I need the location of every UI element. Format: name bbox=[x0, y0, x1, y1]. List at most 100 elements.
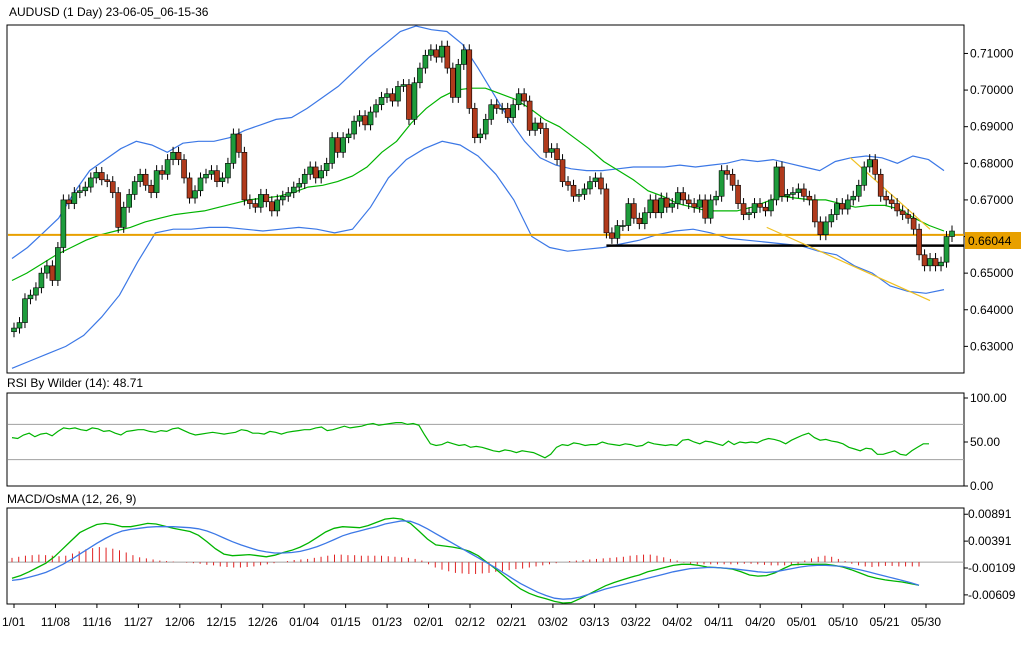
price-axis-label: 0.63000 bbox=[970, 339, 1014, 353]
candle-up bbox=[515, 93, 522, 106]
candle-down bbox=[905, 214, 911, 219]
candle-down bbox=[839, 203, 846, 210]
candle-down bbox=[740, 203, 747, 215]
candle-up bbox=[834, 203, 840, 215]
candle-up bbox=[773, 166, 780, 201]
candle-up bbox=[439, 45, 445, 58]
x-axis-label: 01/04 bbox=[289, 615, 319, 629]
candle-up bbox=[790, 192, 796, 195]
candle-down bbox=[598, 177, 604, 190]
candle-up bbox=[927, 258, 933, 267]
candle-up bbox=[455, 64, 462, 98]
candle-up bbox=[548, 148, 555, 153]
candle-up bbox=[93, 172, 100, 179]
x-axis-label: 03/22 bbox=[621, 615, 651, 629]
candle-down bbox=[433, 49, 440, 58]
candle-up bbox=[642, 212, 648, 225]
candle-down bbox=[181, 159, 187, 179]
x-axis-label: 03/13 bbox=[579, 615, 609, 629]
candle-down bbox=[236, 133, 242, 153]
x-axis-label: 02/01 bbox=[414, 615, 444, 629]
candle-down bbox=[735, 184, 741, 204]
candle-up bbox=[795, 188, 802, 193]
candle-down bbox=[252, 203, 259, 208]
candle-up bbox=[532, 122, 538, 131]
x-axis-label: 12/26 bbox=[248, 615, 278, 629]
candle-up bbox=[861, 166, 868, 186]
candle-up bbox=[285, 192, 292, 197]
candle-up bbox=[120, 206, 127, 228]
candle-up bbox=[647, 199, 654, 214]
candle-down bbox=[312, 166, 319, 179]
candle-up bbox=[592, 177, 599, 182]
candle-up bbox=[943, 236, 950, 263]
candle-up bbox=[696, 199, 703, 208]
candle-down bbox=[269, 201, 275, 212]
candle-up bbox=[323, 163, 330, 171]
x-axis-label: 12/15 bbox=[206, 615, 236, 629]
candle-down bbox=[559, 159, 566, 182]
candle-down bbox=[537, 122, 544, 129]
macd-axis-label: 0.00391 bbox=[968, 534, 1012, 548]
candle-down bbox=[910, 217, 917, 230]
candle-down bbox=[702, 199, 708, 219]
candle-up bbox=[27, 294, 34, 300]
candle-down bbox=[159, 170, 165, 175]
candle-up bbox=[219, 177, 226, 182]
candle-up bbox=[22, 298, 28, 323]
candle-down bbox=[444, 45, 451, 69]
candle-up bbox=[428, 49, 434, 56]
candle-up bbox=[855, 184, 862, 197]
candle-down bbox=[565, 181, 571, 186]
candle-up bbox=[307, 166, 314, 175]
candle-up bbox=[477, 133, 484, 138]
candle-down bbox=[801, 188, 807, 197]
candle-up bbox=[417, 67, 423, 84]
candle-up bbox=[488, 104, 495, 120]
price-axis-label: 0.67000 bbox=[970, 193, 1014, 207]
candle-down bbox=[554, 148, 560, 160]
candle-up bbox=[823, 221, 829, 235]
rsi-panel bbox=[6, 392, 965, 487]
candle-up bbox=[208, 170, 215, 175]
candle-up bbox=[203, 173, 209, 179]
candle-down bbox=[493, 104, 500, 109]
candle-up bbox=[55, 247, 61, 281]
candle-down bbox=[186, 177, 193, 199]
candle-down bbox=[466, 49, 473, 109]
candle-down bbox=[603, 188, 610, 234]
candle-up bbox=[44, 265, 50, 274]
candle-down bbox=[916, 228, 922, 256]
candle-up bbox=[499, 108, 505, 110]
price-axis-label: 0.70000 bbox=[970, 83, 1014, 97]
candle-up bbox=[367, 111, 374, 126]
candle-down bbox=[762, 206, 769, 212]
candle-up bbox=[866, 159, 873, 168]
candle-up bbox=[340, 137, 346, 153]
candle-up bbox=[669, 203, 676, 208]
candle-up bbox=[482, 119, 489, 135]
candle-up bbox=[16, 322, 23, 329]
candle-down bbox=[812, 199, 818, 223]
macd-axis-label: -0.00109 bbox=[968, 561, 1016, 575]
candle-down bbox=[362, 115, 368, 126]
candle-up bbox=[395, 86, 401, 102]
candle-up bbox=[620, 225, 626, 227]
candle-down bbox=[334, 137, 341, 153]
candle-up bbox=[751, 203, 758, 214]
x-axis-label: 1/01 bbox=[2, 615, 26, 629]
x-axis-label: 11/27 bbox=[124, 615, 153, 629]
rsi-axis-label: 50.00 bbox=[970, 435, 1000, 449]
rsi-axis-label: 100.00 bbox=[970, 391, 1007, 405]
candle-down bbox=[471, 108, 478, 138]
x-axis-label: 05/01 bbox=[787, 615, 817, 629]
candle-up bbox=[581, 188, 588, 195]
x-axis-label: 05/30 bbox=[911, 615, 941, 629]
candle-up bbox=[625, 203, 632, 226]
candle-down bbox=[241, 152, 248, 201]
candle-up bbox=[71, 192, 78, 204]
candle-up bbox=[351, 120, 357, 135]
candle-down bbox=[877, 173, 884, 197]
candle-up bbox=[290, 186, 297, 193]
candle-up bbox=[197, 177, 204, 192]
